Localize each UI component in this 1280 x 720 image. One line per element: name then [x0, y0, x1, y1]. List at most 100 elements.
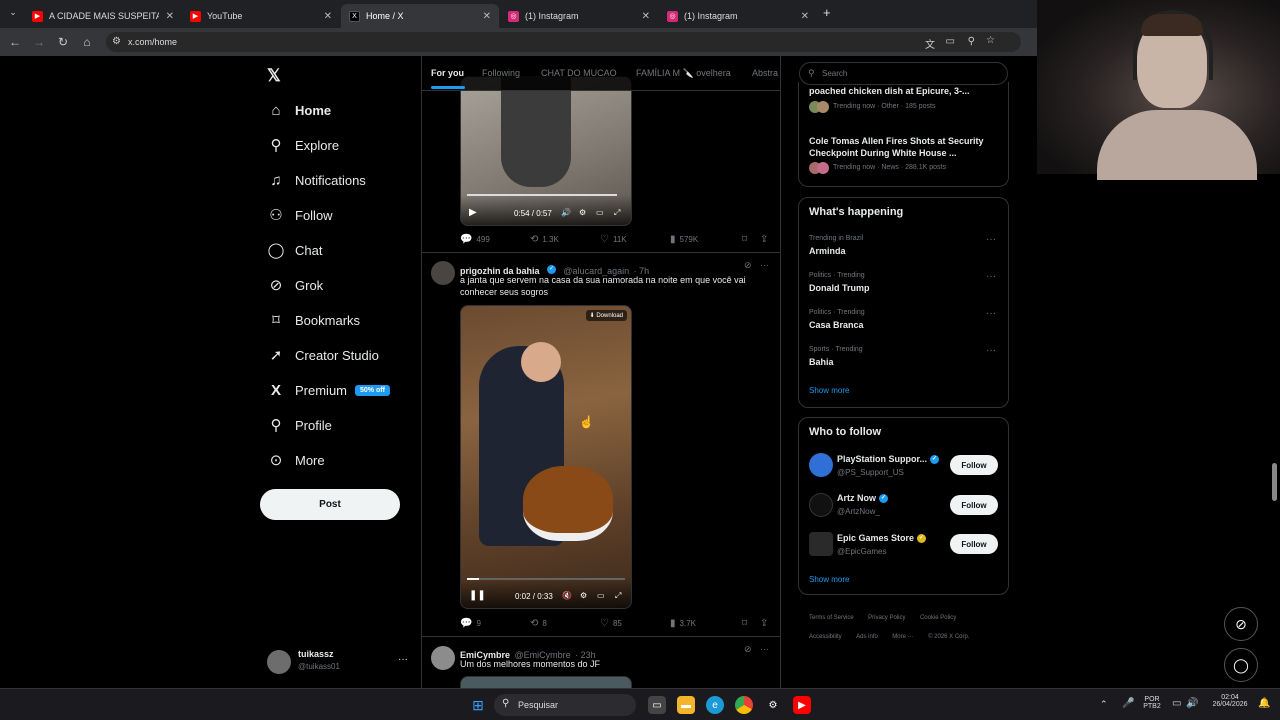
- footer-link[interactable]: Accessibility: [809, 634, 842, 640]
- volume-icon[interactable]: 🔊: [1186, 698, 1198, 709]
- post-button[interactable]: Post: [260, 489, 400, 520]
- more-icon[interactable]: ···: [986, 234, 996, 245]
- browser-tab[interactable]: ◎ (1) Instagram ✕: [500, 4, 658, 28]
- nav-profile[interactable]: ⚲ Profile: [267, 413, 332, 437]
- account-switcher[interactable]: tuikassz @tuikass01 ···: [267, 648, 412, 678]
- reply-action[interactable]: 💬 499: [460, 234, 490, 245]
- bookmark-action[interactable]: ⌑: [742, 618, 751, 629]
- footer-link[interactable]: Terms of Service: [809, 615, 854, 621]
- news-title[interactable]: poached chicken dish at Epicure, 3-...: [809, 86, 999, 96]
- close-icon[interactable]: ✕: [166, 11, 174, 22]
- tray-chevron-icon[interactable]: ⌃: [1100, 699, 1108, 710]
- taskbar-search[interactable]: ⚲ Pesquisar: [494, 694, 636, 716]
- trend-title[interactable]: Donald Trump: [809, 283, 870, 293]
- epic-games-avatar[interactable]: [809, 532, 833, 556]
- chrome-icon[interactable]: [735, 696, 753, 714]
- play-icon[interactable]: ▶: [469, 207, 477, 218]
- avatar[interactable]: [431, 646, 455, 670]
- follow-button[interactable]: Follow: [950, 495, 998, 515]
- tab-for-you[interactable]: For you: [431, 68, 464, 78]
- mute-icon[interactable]: 🔇: [562, 591, 572, 600]
- url-field[interactable]: ⚙ x.com/home 文 ▭ ⚲ ☆: [106, 32, 1021, 52]
- close-icon[interactable]: ✕: [324, 11, 332, 22]
- share-action[interactable]: ⇪: [760, 618, 772, 629]
- reload-icon[interactable]: ↻: [54, 33, 72, 51]
- input-language[interactable]: POR PTB2: [1140, 696, 1164, 710]
- tab-chat-do-mucao[interactable]: CHAT DO MUCAO: [541, 68, 617, 78]
- reply-action[interactable]: 💬 9: [460, 618, 481, 629]
- follow-button[interactable]: Follow: [950, 534, 998, 554]
- mic-icon[interactable]: 🎤: [1122, 698, 1134, 709]
- repost-action[interactable]: ⟲ 8: [530, 618, 547, 629]
- bookmark-star-icon[interactable]: ☆: [986, 35, 995, 46]
- nav-bookmarks[interactable]: ⌑ Bookmarks: [267, 308, 360, 332]
- tab-following[interactable]: Following: [482, 68, 520, 78]
- follow-name[interactable]: Artz Now ✓: [837, 493, 891, 504]
- nav-grok[interactable]: ⊘ Grok: [267, 273, 323, 297]
- zoom-icon[interactable]: ⚲: [968, 36, 975, 47]
- post-video[interactable]: ▶ 0:54 / 0:57 🔊 ⚙ ▭ ⤢: [460, 76, 632, 226]
- tab-abstra[interactable]: Abstra: [752, 68, 778, 78]
- grok-icon[interactable]: ⊘: [744, 644, 752, 655]
- news-title[interactable]: Cole Tomas Allen Fires Shots at Security…: [809, 135, 994, 159]
- repost-action[interactable]: ⟲ 1.3K: [530, 234, 559, 245]
- network-icon[interactable]: ▭: [1172, 698, 1181, 709]
- more-icon[interactable]: ···: [986, 308, 996, 319]
- follow-name[interactable]: Epic Games Store ✓: [837, 533, 929, 544]
- like-action[interactable]: ♡ 11K: [600, 234, 627, 245]
- close-icon[interactable]: ✕: [642, 11, 650, 22]
- nav-follow[interactable]: ⚇ Follow: [267, 203, 332, 227]
- back-icon[interactable]: ←: [6, 33, 24, 51]
- nav-notifications[interactable]: ♫ Notifications: [267, 168, 365, 192]
- settings-icon[interactable]: ⚙: [580, 591, 587, 600]
- grok-icon[interactable]: ⊘: [744, 260, 752, 271]
- follow-button[interactable]: Follow: [950, 455, 998, 475]
- show-more-link[interactable]: Show more: [809, 386, 849, 395]
- pip-icon[interactable]: ▭: [597, 591, 605, 600]
- task-view-icon[interactable]: ▭: [648, 696, 666, 714]
- artz-now-avatar[interactable]: [809, 493, 833, 517]
- tab-search-button[interactable]: ⌄: [6, 7, 20, 21]
- file-explorer-icon[interactable]: ▬: [677, 696, 695, 714]
- translate-icon[interactable]: 文: [925, 36, 935, 51]
- close-icon[interactable]: ✕: [801, 11, 809, 22]
- clock[interactable]: 02:04 26/04/2026: [1206, 694, 1254, 708]
- site-info-icon[interactable]: ⚙: [112, 36, 121, 47]
- more-icon[interactable]: ···: [760, 644, 769, 654]
- pause-icon[interactable]: ❚❚: [469, 590, 486, 601]
- messages-icon[interactable]: ◯: [1224, 648, 1258, 682]
- more-icon[interactable]: ···: [986, 345, 996, 356]
- follow-name[interactable]: PlayStation Suppor... ✓: [837, 454, 942, 465]
- close-icon[interactable]: ✕: [483, 11, 491, 22]
- install-icon[interactable]: ▭: [946, 36, 955, 47]
- download-button[interactable]: ⬇ Download: [585, 310, 627, 321]
- footer-link[interactable]: Privacy Policy: [868, 615, 905, 621]
- bookmark-action[interactable]: ⌑: [742, 234, 751, 245]
- nav-chat[interactable]: ◯ Chat: [267, 238, 323, 262]
- trend-title[interactable]: Arminda: [809, 246, 846, 256]
- app-icon[interactable]: ⚙: [764, 696, 782, 714]
- settings-icon[interactable]: ⚙: [579, 208, 586, 217]
- x-logo[interactable]: 𝕏: [267, 66, 281, 86]
- footer-link[interactable]: More ···: [892, 634, 913, 640]
- page-scrollbar-thumb[interactable]: [1272, 463, 1277, 501]
- post-video[interactable]: [460, 676, 632, 688]
- nav-explore[interactable]: ⚲ Explore: [267, 133, 340, 157]
- fullscreen-icon[interactable]: ⤢: [614, 208, 620, 218]
- more-icon[interactable]: ···: [986, 271, 996, 282]
- browser-tab[interactable]: ▶ A CIDADE MAIS SUSPEITA DO B ✕: [24, 4, 182, 28]
- views-action[interactable]: ▮ 3.7K: [670, 618, 696, 629]
- new-tab-button[interactable]: +: [823, 5, 831, 20]
- notifications-icon[interactable]: 🔔: [1258, 698, 1270, 709]
- browser-tab[interactable]: ◎ (1) Instagram ✕: [659, 4, 817, 28]
- footer-link[interactable]: Cookie Policy: [920, 615, 956, 621]
- post-video[interactable]: ⬇ Download ❚❚ 0:02 / 0:33 🔇 ⚙ ▭ ⤢: [460, 305, 632, 609]
- nav-premium[interactable]: X Premium 50% off: [267, 378, 390, 402]
- trend-title[interactable]: Casa Branca: [809, 320, 864, 330]
- nav-more[interactable]: ⊙ More: [267, 448, 325, 472]
- home-icon[interactable]: ⌂: [78, 33, 96, 51]
- volume-icon[interactable]: 🔊: [561, 208, 571, 217]
- tab-familia[interactable]: FAMÍLIA M 🔪 ovelhera: [636, 68, 731, 79]
- browser-tab-active[interactable]: X Home / X ✕: [341, 4, 499, 28]
- windows-start-icon[interactable]: ⊞: [469, 696, 487, 714]
